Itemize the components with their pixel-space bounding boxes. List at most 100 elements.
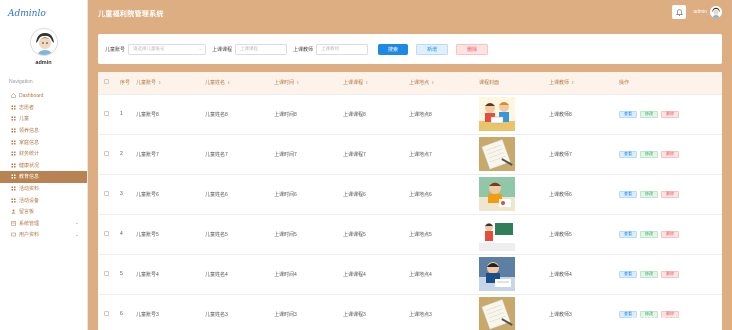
- header-avatar[interactable]: [710, 6, 722, 18]
- table-row[interactable]: 2 儿童账号7 儿童姓名7 上课时间7 上课课程7 上课地点7 上课教师7 查看 修改 删除: [98, 134, 722, 174]
- sidebar-item-6[interactable]: 健康状况: [0, 160, 87, 172]
- row-checkbox[interactable]: [104, 110, 109, 116]
- cell-teacher: 上课教师4: [549, 271, 572, 278]
- cell-place: 上课地点6: [409, 191, 432, 198]
- sidebar-item-8[interactable]: 活动资料: [0, 183, 87, 195]
- sidebar-item-10[interactable]: 留言板: [0, 206, 87, 218]
- teacher-input[interactable]: 上课教师: [316, 43, 369, 55]
- view-button[interactable]: 查看: [619, 150, 637, 158]
- view-button[interactable]: 查看: [619, 110, 637, 118]
- cell-time: 上课时间4: [274, 271, 297, 278]
- sidebar-item-3[interactable]: 领养信息: [0, 125, 87, 137]
- cell-name: 儿童姓名8: [205, 111, 228, 118]
- header-username[interactable]: admin: [693, 9, 707, 15]
- table-row[interactable]: 3 儿童账号6 儿童姓名6 上课时间6 上课课程6 上课地点6 上课教师6 查看 修改 删除: [98, 174, 722, 214]
- row-checkbox[interactable]: [104, 310, 109, 316]
- row-delete-button[interactable]: 删除: [661, 150, 679, 158]
- table-row[interactable]: 4 儿童账号5 儿童姓名5 上课时间5 上课课程5 上课地点5 上课教师5 查看 修改 删除: [98, 214, 722, 254]
- column-header[interactable]: 序号: [114, 72, 130, 94]
- edit-button[interactable]: 修改: [640, 150, 658, 158]
- brand-logo[interactable]: Adminlo: [0, 0, 87, 28]
- cell-account: 儿童账号5: [136, 231, 159, 238]
- view-button[interactable]: 查看: [619, 270, 637, 278]
- column-header[interactable]: 上课课程 ⇕: [337, 72, 403, 94]
- cell-name: 儿童姓名4: [205, 271, 228, 278]
- edit-button[interactable]: 修改: [640, 270, 658, 278]
- cell-course: 上课课程6: [343, 191, 366, 198]
- edit-button[interactable]: 修改: [640, 110, 658, 118]
- row-delete-button[interactable]: 删除: [661, 270, 679, 278]
- course-cover-image: [479, 97, 543, 131]
- cell-name: 儿童姓名7: [205, 151, 228, 158]
- cell-teacher: 上课教师8: [549, 111, 572, 118]
- course-input[interactable]: 上课课程: [235, 43, 288, 55]
- cell-place: 上课地点4: [409, 271, 432, 278]
- sidebar-item-label: 系统管理: [19, 220, 40, 227]
- row-checkbox[interactable]: [104, 150, 109, 156]
- column-header[interactable]: 上课教师 ⇕: [543, 72, 613, 94]
- table-row[interactable]: 6 儿童账号3 儿童姓名3 上课时间3 上课课程3 上课地点3 上课教师3 查看 修改 删除: [98, 294, 722, 330]
- table-row[interactable]: 5 儿童账号4 儿童姓名4 上课时间4 上课课程4 上课地点4 上课教师4 查看 修改 删除: [98, 254, 722, 294]
- sidebar-item-9[interactable]: 活动设备: [0, 194, 87, 206]
- course-cover-image: [479, 137, 543, 171]
- table-row[interactable]: 1 儿童账号8 儿童姓名8 上课时间8 上课课程8 上课地点8 上课教师8 查看 修改 删除: [98, 94, 722, 134]
- child-account-filter: 儿童账号 请选择儿童账号 ⌄: [105, 43, 207, 55]
- table-header: 序号 儿童账号 ⇕ 儿童姓名 ⇕ 上课时间 ⇕ 上课课程 ⇕ 上课地点 ⇕ 课程封面 上课教师 ⇕ 操作: [98, 72, 722, 94]
- sort-icon[interactable]: ⇕: [365, 80, 368, 85]
- sidebar-item-4[interactable]: 家庭信息: [0, 136, 87, 148]
- view-button[interactable]: 查看: [619, 230, 637, 238]
- sidebar-item-label: 领养信息: [19, 128, 40, 135]
- chevron-down-icon: ⌄: [74, 220, 79, 227]
- person-icon: [11, 209, 16, 214]
- cell-no: 3: [120, 191, 123, 197]
- cell-name: 儿童姓名6: [205, 191, 228, 198]
- top-header: 儿童福利院管理系统 admin: [88, 0, 732, 28]
- grid-icon: [11, 128, 16, 133]
- delete-button[interactable]: 删除: [456, 43, 489, 55]
- sort-icon[interactable]: ⇕: [296, 80, 299, 85]
- row-delete-button[interactable]: 删除: [661, 230, 679, 238]
- row-checkbox[interactable]: [104, 230, 109, 236]
- search-button[interactable]: 搜索: [378, 43, 409, 55]
- card-icon: [11, 232, 16, 237]
- sort-icon[interactable]: ⇕: [227, 80, 230, 85]
- cell-time: 上课时间5: [274, 231, 297, 238]
- column-header[interactable]: 儿童姓名 ⇕: [199, 72, 268, 94]
- row-delete-button[interactable]: 删除: [661, 190, 679, 198]
- bell-icon[interactable]: [672, 5, 687, 19]
- sort-icon[interactable]: ⇕: [431, 80, 434, 85]
- select-all-checkbox[interactable]: [98, 72, 114, 94]
- column-header[interactable]: 操作: [613, 72, 722, 94]
- column-header[interactable]: 上课地点 ⇕: [403, 72, 473, 94]
- edit-button[interactable]: 修改: [640, 230, 658, 238]
- chevron-down-icon: ⌄: [74, 231, 79, 238]
- child-account-select[interactable]: 请选择儿童账号 ⌄: [128, 43, 207, 55]
- add-button[interactable]: 新增: [416, 43, 449, 55]
- sidebar-item-1[interactable]: 志愿者: [0, 102, 87, 114]
- row-delete-button[interactable]: 删除: [661, 110, 679, 118]
- row-checkbox[interactable]: [104, 190, 109, 196]
- cell-place: 上课地点3: [409, 311, 432, 318]
- grid-icon: [11, 174, 16, 179]
- column-header[interactable]: 儿童账号 ⇕: [130, 72, 199, 94]
- sidebar-item-0[interactable]: Dashboard: [0, 90, 87, 102]
- sidebar-nav: Dashboard 志愿者 儿童领养信息 家庭信息 财务统计 健康状况 教育信息 活动资料 活动…: [0, 90, 87, 241]
- teacher-label: 上课教师: [293, 46, 314, 53]
- cell-teacher: 上课教师3: [549, 311, 572, 318]
- avatar[interactable]: [29, 28, 58, 56]
- sidebar-profile: admin: [0, 28, 87, 66]
- sidebar-item-7[interactable]: 教育信息: [0, 171, 87, 183]
- sidebar-item-5[interactable]: 财务统计: [0, 148, 87, 160]
- sort-icon[interactable]: ⇕: [571, 80, 574, 85]
- column-header[interactable]: 课程封面: [473, 72, 543, 94]
- sidebar-item-2[interactable]: 儿童: [0, 113, 87, 125]
- sidebar-item-12[interactable]: 用户资料 ⌄: [0, 229, 87, 241]
- column-header[interactable]: 上课时间 ⇕: [268, 72, 337, 94]
- row-checkbox[interactable]: [104, 270, 109, 276]
- edit-button[interactable]: 修改: [640, 190, 658, 198]
- course-cover-image: [479, 217, 543, 251]
- grid-icon: [11, 198, 16, 203]
- sidebar-item-11[interactable]: 系统管理 ⌄: [0, 218, 87, 230]
- view-button[interactable]: 查看: [619, 190, 637, 198]
- sort-icon[interactable]: ⇕: [158, 80, 161, 85]
